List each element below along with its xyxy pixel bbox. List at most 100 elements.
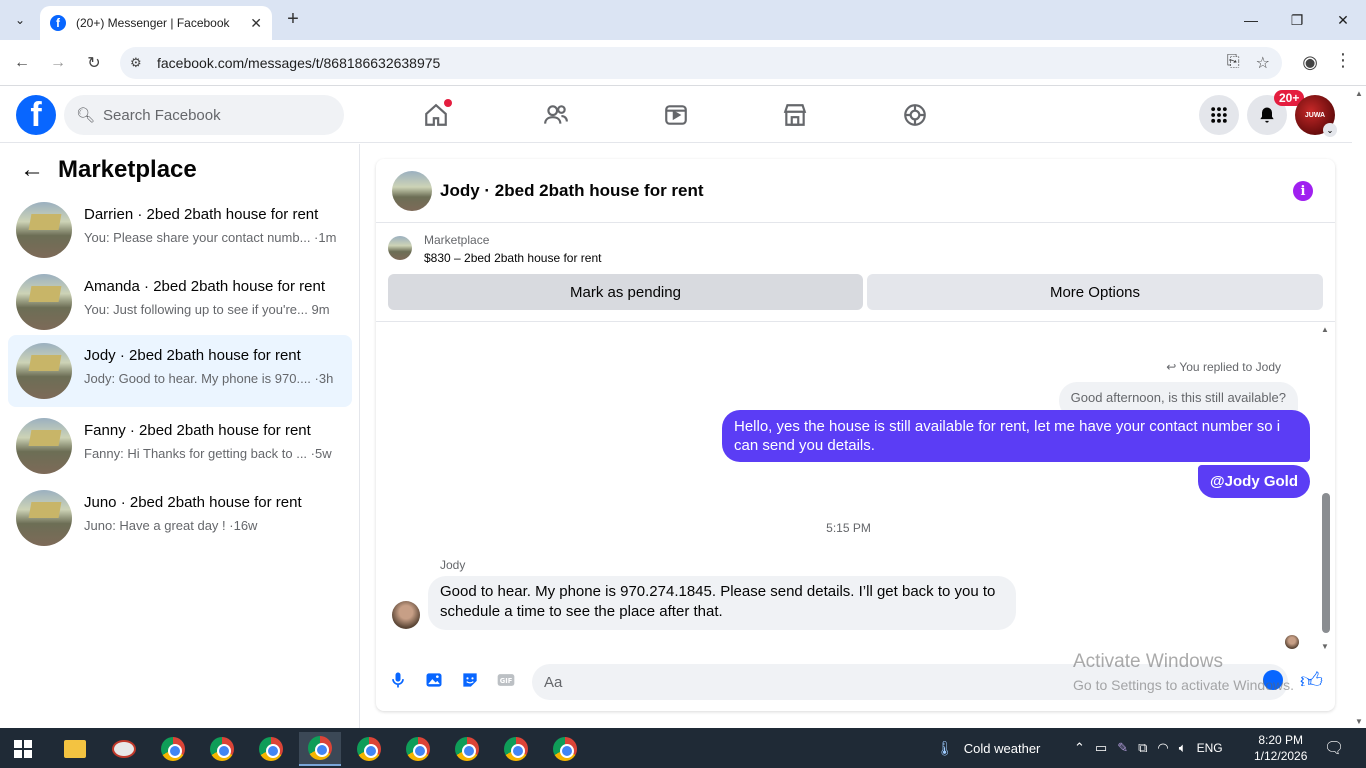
chrome-icon-active[interactable] xyxy=(299,732,341,766)
sticker-icon[interactable] xyxy=(459,669,481,691)
sidebar-title: Marketplace xyxy=(58,156,197,183)
listing-thumbnail xyxy=(16,418,72,474)
facebook-favicon-icon: f xyxy=(50,15,66,31)
conversation-item-fanny[interactable]: Fanny · 2bed 2bath house for rent Fanny:… xyxy=(8,410,352,482)
message-thread[interactable]: ▲ ▼ ↩ You replied to Jody Good afternoon… xyxy=(376,323,1335,653)
tray-expand-icon[interactable]: ⌃ xyxy=(1074,740,1085,756)
volume-icon[interactable]: 🔈︎ xyxy=(1179,740,1187,756)
marketplace-nav-icon[interactable] xyxy=(781,101,809,129)
page-scrollbar[interactable]: ▲ ▼ xyxy=(1352,87,1366,728)
scroll-thumb[interactable] xyxy=(1322,493,1330,633)
wifi-icon[interactable]: ◠ xyxy=(1157,740,1168,756)
chrome-icon[interactable] xyxy=(495,732,537,766)
weather-icon: 🌡︎ xyxy=(936,739,954,756)
weather-widget[interactable]: 🌡︎ Cold weather xyxy=(936,728,1040,768)
grid-icon xyxy=(1211,107,1227,123)
chat-avatar[interactable] xyxy=(392,171,432,211)
url-text[interactable]: facebook.com/messages/t/868186632638975 xyxy=(157,55,440,71)
message-input-box[interactable] xyxy=(532,664,1288,700)
scroll-up-icon[interactable]: ▲ xyxy=(1321,325,1329,334)
conversation-item-darrien[interactable]: Darrien · 2bed 2bath house for rent You:… xyxy=(8,194,352,266)
chrome-icon[interactable] xyxy=(446,732,488,766)
back-button[interactable]: ← xyxy=(9,50,35,76)
home-nav-icon[interactable] xyxy=(422,99,452,129)
more-options-button[interactable]: More Options xyxy=(867,274,1323,310)
listing-price-title[interactable]: $830 – 2bed 2bath house for rent xyxy=(424,251,601,265)
conversation-name: Amanda · 2bed 2bath house for rent xyxy=(84,278,325,295)
device-icon[interactable]: ⧉ xyxy=(1138,740,1147,756)
outgoing-mention-message[interactable]: @Jody Gold xyxy=(1198,465,1310,498)
clock-time: 8:20 PM xyxy=(1258,733,1304,747)
sender-avatar[interactable] xyxy=(392,601,420,629)
forward-button[interactable]: → xyxy=(45,50,71,76)
install-app-icon[interactable]: ⎘ xyxy=(1227,53,1240,73)
friends-nav-icon[interactable] xyxy=(542,101,570,129)
sender-name: Jody xyxy=(440,558,466,572)
listing-thumbnail xyxy=(16,490,72,546)
facebook-search[interactable]: 🔍︎ xyxy=(64,95,344,135)
conversation-sidebar: ← Marketplace Darrien · 2bed 2bath house… xyxy=(0,144,360,728)
tab-close-icon[interactable]: ✕ xyxy=(250,15,262,32)
app-icon[interactable] xyxy=(103,732,145,766)
browser-menu-icon[interactable]: ⋮ xyxy=(1334,50,1352,71)
thread-scrollbar[interactable]: ▲ ▼ xyxy=(1321,323,1331,653)
search-icon: 🔍︎ xyxy=(76,107,96,124)
facebook-logo-icon[interactable]: f xyxy=(16,95,56,135)
chrome-icon[interactable] xyxy=(348,732,390,766)
back-arrow-icon[interactable]: ← xyxy=(20,156,44,184)
gaming-nav-icon[interactable] xyxy=(901,101,929,129)
system-tray: ⌃ ▭ ✎ ⧉ ◠ 🔈︎ ENG xyxy=(1074,728,1223,768)
battery-icon[interactable]: ▭ xyxy=(1095,740,1107,756)
new-tab-button[interactable]: + xyxy=(282,8,304,30)
notification-center-icon[interactable]: 🗨︎ xyxy=(1324,728,1344,768)
chrome-icon[interactable] xyxy=(544,732,586,766)
incoming-message[interactable]: Good to hear. My phone is 970.274.1845. … xyxy=(428,576,1016,630)
emoji-icon[interactable] xyxy=(1263,670,1283,690)
conversation-item-jody[interactable]: Jody · 2bed 2bath house for rent Jody: G… xyxy=(8,335,352,407)
chrome-icon[interactable] xyxy=(152,732,194,766)
chrome-icon[interactable] xyxy=(250,732,292,766)
profile-avatar[interactable]: JUWA ⌄ xyxy=(1295,95,1337,137)
tab-title: (20+) Messenger | Facebook xyxy=(76,16,230,30)
chrome-icon[interactable] xyxy=(397,732,439,766)
scroll-down-icon[interactable]: ▼ xyxy=(1321,642,1329,651)
page-scroll-up-icon[interactable]: ▲ xyxy=(1355,89,1363,98)
listing-thumbnail[interactable] xyxy=(388,236,412,260)
file-explorer-icon[interactable] xyxy=(54,732,96,766)
windows-start-icon[interactable] xyxy=(14,740,32,758)
photo-icon[interactable] xyxy=(423,669,445,691)
tab-search-dropdown[interactable]: ⌄ xyxy=(8,8,32,32)
pen-icon[interactable]: ✎ xyxy=(1117,740,1128,756)
thumbs-up-icon[interactable]: 👍︎ xyxy=(1300,667,1323,694)
conversation-item-amanda[interactable]: Amanda · 2bed 2bath house for rent You: … xyxy=(8,266,352,338)
outgoing-message[interactable]: Hello, yes the house is still available … xyxy=(722,410,1310,462)
menu-grid-button[interactable] xyxy=(1199,95,1239,135)
site-info-icon[interactable]: ⚙ xyxy=(130,55,148,71)
svg-text:GIF: GIF xyxy=(500,677,513,685)
system-clock[interactable]: 8:20 PM 1/12/2026 xyxy=(1254,732,1307,764)
address-bar[interactable]: ⚙ facebook.com/messages/t/86818663263897… xyxy=(120,47,1282,79)
conversation-item-juno[interactable]: Juno · 2bed 2bath house for rent Juno: H… xyxy=(8,482,352,554)
home-notification-dot xyxy=(444,99,452,107)
message-input[interactable] xyxy=(544,673,1234,691)
clock-date: 1/12/2026 xyxy=(1254,749,1308,763)
conversation-name: Darrien · 2bed 2bath house for rent xyxy=(84,206,319,223)
windows-taskbar: 🌡︎ Cold weather ⌃ ▭ ✎ ⧉ ◠ 🔈︎ ENG 8:20 PM… xyxy=(0,728,1366,768)
language-indicator[interactable]: ENG xyxy=(1197,741,1223,755)
page-scroll-down-icon[interactable]: ▼ xyxy=(1355,717,1363,726)
restore-button[interactable]: ❐ xyxy=(1274,0,1320,40)
reload-button[interactable]: ↻ xyxy=(81,50,107,76)
close-window-button[interactable]: ✕ xyxy=(1320,0,1366,40)
chat-title[interactable]: Jody · 2bed 2bath house for rent xyxy=(440,181,704,201)
mark-as-pending-button[interactable]: Mark as pending xyxy=(388,274,863,310)
info-icon[interactable]: i xyxy=(1293,181,1313,201)
microphone-icon[interactable] xyxy=(387,669,409,691)
minimize-button[interactable]: — xyxy=(1228,0,1274,40)
chrome-icon[interactable] xyxy=(201,732,243,766)
video-nav-icon[interactable] xyxy=(662,101,690,129)
browser-tab[interactable]: f (20+) Messenger | Facebook ✕ xyxy=(40,6,272,40)
gif-icon[interactable]: GIF xyxy=(495,669,517,691)
bookmark-star-icon[interactable]: ☆ xyxy=(1256,53,1270,73)
browser-profile-icon[interactable]: ◉ xyxy=(1302,52,1318,73)
search-input[interactable] xyxy=(103,106,324,124)
